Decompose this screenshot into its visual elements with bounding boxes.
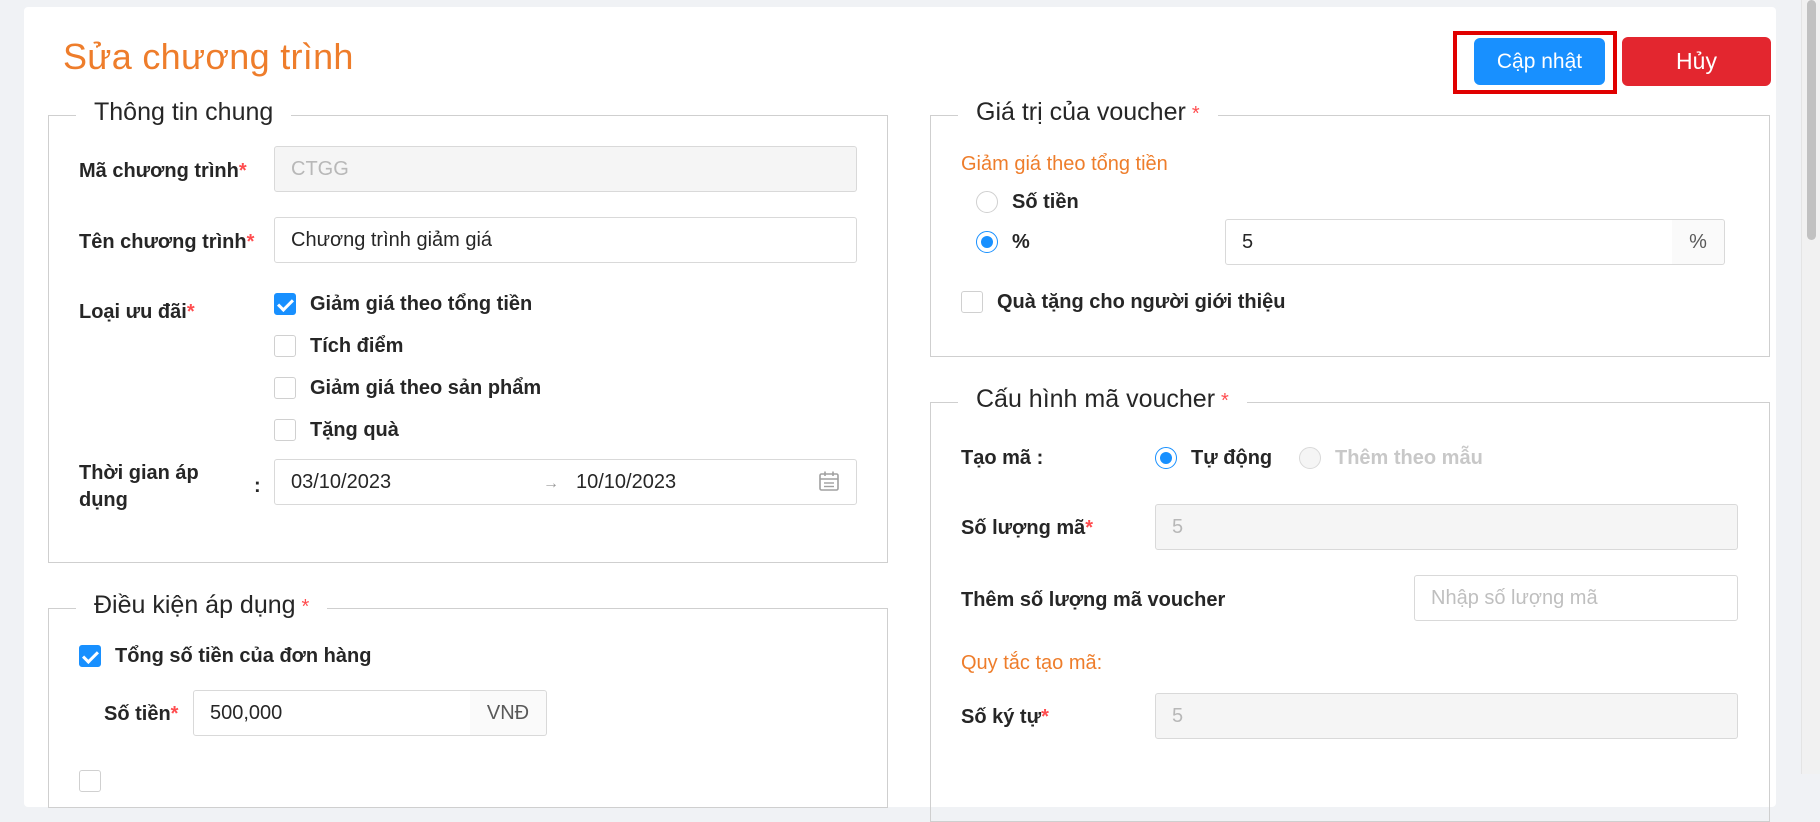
code-rules-title: Quy tắc tạo mã: <box>961 652 1103 674</box>
update-button[interactable]: Cập nhật <box>1474 38 1605 85</box>
create-code-label: Tạo mã : <box>961 447 1044 469</box>
apply-time-label-line1: Thời gian áp <box>79 462 199 484</box>
order-total-checkbox[interactable] <box>79 645 101 667</box>
end-date-input[interactable]: 10/10/2023 <box>576 471 676 494</box>
percent-value-input[interactable]: 5 <box>1225 219 1673 265</box>
cancel-button[interactable]: Hủy <box>1622 37 1771 86</box>
offer-type-gift-label: Tặng quà <box>310 419 399 441</box>
voucher-value-legend: Giá trị của voucher * <box>958 98 1218 127</box>
offer-type-points-checkbox[interactable] <box>274 335 296 357</box>
offer-type-points-label: Tích điểm <box>310 335 404 357</box>
offer-type-product-discount-label: Giảm giá theo sản phẩm <box>310 377 542 399</box>
voucher-config-legend: Cấu hình mã voucher * <box>958 385 1247 414</box>
percent-radio[interactable] <box>976 231 998 253</box>
char-count-label: Số ký tự* <box>961 706 1049 728</box>
conditions-legend: Điều kiện áp dụng * <box>76 591 328 620</box>
percent-unit: % <box>1672 219 1725 265</box>
program-name-input[interactable]: Chương trình giảm giá <box>274 217 857 263</box>
apply-time-colon: : <box>254 475 261 497</box>
page-title: Sửa chương trình <box>63 36 354 77</box>
next-condition-checkbox[interactable] <box>79 770 101 792</box>
date-range-arrow-icon: → <box>543 475 559 492</box>
total-discount-title: Giảm giá theo tổng tiền <box>961 153 1168 175</box>
order-total-label: Tổng số tiền của đơn hàng <box>115 645 372 667</box>
auto-radio[interactable] <box>1155 447 1177 469</box>
program-code-input[interactable]: CTGG <box>274 146 857 192</box>
start-date-input[interactable]: 03/10/2023 <box>291 471 391 494</box>
offer-type-total-discount-label: Giảm giá theo tổng tiền <box>310 293 533 315</box>
amount-input[interactable]: 500,000 <box>193 690 471 736</box>
offer-type-product-discount-checkbox[interactable] <box>274 377 296 399</box>
add-code-quantity-label: Thêm số lượng mã voucher <box>961 589 1226 611</box>
char-count-input[interactable]: 5 <box>1155 693 1738 739</box>
offer-type-total-discount-checkbox[interactable] <box>274 293 296 315</box>
template-radio-label: Thêm theo mẫu <box>1335 447 1483 469</box>
offer-type-gift-checkbox[interactable] <box>274 419 296 441</box>
add-code-quantity-input[interactable]: Nhập số lượng mã <box>1414 575 1738 621</box>
amount-unit: VNĐ <box>470 690 547 736</box>
page-scrollbar[interactable] <box>1801 0 1820 774</box>
program-code-label: Mã chương trình* <box>79 160 247 182</box>
code-quantity-input[interactable]: 5 <box>1155 504 1738 550</box>
apply-time-label-line2: dụng <box>79 489 128 511</box>
referrer-gift-checkbox[interactable] <box>961 291 983 313</box>
auto-radio-label: Tự động <box>1191 447 1273 469</box>
calendar-icon[interactable] <box>818 470 840 492</box>
amount-label: Số tiền* <box>104 703 179 725</box>
amount-radio-label: Số tiền <box>1012 191 1079 213</box>
template-radio[interactable] <box>1299 447 1321 469</box>
referrer-gift-label: Quà tặng cho người giới thiệu <box>997 291 1286 313</box>
general-info-legend: Thông tin chung <box>76 98 292 127</box>
code-quantity-label: Số lượng mã* <box>961 517 1094 539</box>
offer-type-label: Loại ưu đãi* <box>79 301 195 323</box>
program-name-label: Tên chương trình* <box>79 231 255 253</box>
scrollbar-thumb[interactable] <box>1807 0 1816 240</box>
percent-radio-label: % <box>1012 231 1030 253</box>
amount-radio[interactable] <box>976 191 998 213</box>
